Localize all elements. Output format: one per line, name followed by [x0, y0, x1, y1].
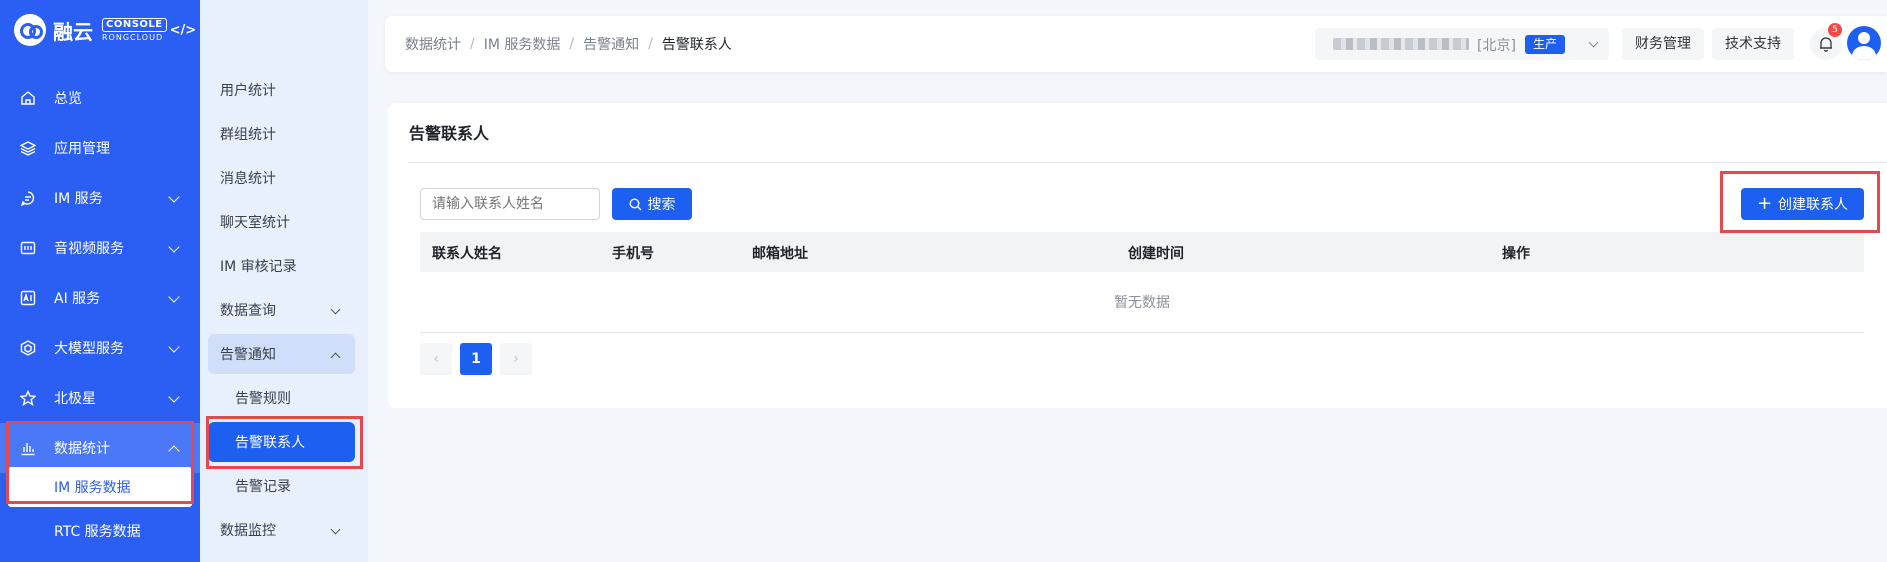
subnav-item-chatroom-stats[interactable]: 聊天室统计 [208, 202, 355, 242]
search-icon [628, 197, 641, 210]
chart-icon [21, 443, 35, 456]
pagination-prev-button[interactable]: ‹ [420, 343, 452, 375]
environment-badge: 生产 [1525, 35, 1566, 54]
subnav-item-group-stats[interactable]: 群组统计 [208, 114, 355, 154]
sidebar-item-av-service[interactable]: 音视频服务 [0, 223, 200, 273]
top-header: 数据统计 / IM 服务数据 / 告警通知 / 告警联系人 [北京] 生产 财务… [385, 16, 1887, 72]
chevron-down-icon [168, 341, 180, 353]
subnav-item-message-stats[interactable]: 消息统计 [208, 158, 355, 198]
table-empty-state: 暂无数据 [420, 272, 1864, 333]
sidebar-item-label: 音视频服务 [54, 241, 124, 257]
layers-icon [20, 141, 36, 156]
model-icon [20, 340, 36, 356]
chevron-down-icon [168, 241, 180, 253]
subnav-item-alert-records[interactable]: 告警记录 [208, 466, 355, 506]
brand-name: 融云 [53, 19, 93, 44]
sidebar-item-label: 北极星 [54, 391, 96, 407]
app-name-redacted [1333, 38, 1469, 50]
pagination-page-1[interactable]: 1 [460, 343, 492, 375]
column-header-created-time: 创建时间 [1128, 246, 1184, 262]
chevron-down-icon [168, 391, 180, 403]
sidebar-item-label: 应用管理 [54, 141, 110, 157]
column-header-name: 联系人姓名 [432, 246, 502, 262]
home-icon [21, 91, 35, 105]
breadcrumb-item[interactable]: 数据统计 [405, 34, 461, 54]
sidebar-item-im-service[interactable]: IM 服务 [0, 173, 200, 223]
breadcrumb-separator: / [569, 36, 575, 52]
breadcrumb: 数据统计 / IM 服务数据 / 告警通知 / 告警联系人 [405, 16, 732, 72]
main-sidebar: 融云 CONSOLE RONGCLOUD </> 总览 应用管理 IM 服务 音… [0, 0, 200, 562]
subnav-item-data-monitoring[interactable]: 数据监控 [208, 510, 355, 550]
subnav-item-user-stats[interactable]: 用户统计 [208, 70, 355, 110]
sidebar-item-label: IM 服务 [54, 191, 103, 207]
console-badge-bottom: RONGCLOUD [102, 33, 164, 42]
chevron-down-icon [1588, 37, 1599, 48]
sidebar-item-app-management[interactable]: 应用管理 [0, 123, 200, 173]
plus-icon: + [1756, 193, 1773, 214]
breadcrumb-item[interactable]: 告警通知 [583, 34, 639, 54]
video-icon [20, 241, 36, 255]
rongcloud-logo-icon [14, 14, 46, 46]
subnav-item-label: 告警通知 [220, 347, 276, 363]
breadcrumb-current: 告警联系人 [661, 37, 732, 53]
chat-icon [20, 191, 35, 206]
subnav-item-alert-contacts[interactable]: 告警联系人 [208, 422, 355, 462]
brand-logo[interactable]: 融云 CONSOLE RONGCLOUD </> [14, 14, 196, 46]
console-badge: CONSOLE RONGCLOUD [102, 18, 167, 42]
subnav-item-alert-rules[interactable]: 告警规则 [208, 378, 355, 418]
sidebar-item-llm-service[interactable]: 大模型服务 [0, 323, 200, 373]
search-button-label: 搜索 [647, 197, 676, 213]
create-contact-label: 创建联系人 [1778, 197, 1849, 213]
divider [408, 162, 1887, 163]
subnav-item-im-audit-log[interactable]: IM 审核记录 [208, 246, 355, 286]
star-icon [20, 390, 36, 406]
ai-icon [20, 290, 36, 306]
notification-count-badge: 5 [1828, 23, 1842, 37]
sidebar-item-label: 数据统计 [54, 441, 110, 457]
chevron-down-icon [330, 524, 341, 535]
sidebar-item-label: 大模型服务 [54, 341, 124, 357]
breadcrumb-separator: / [648, 36, 653, 52]
sidebar-item-polaris[interactable]: 北极星 [0, 373, 200, 423]
contact-name-search-input[interactable] [420, 188, 600, 220]
sidebar-subitem-im-service-data[interactable]: IM 服务数据 [8, 467, 192, 507]
create-contact-button[interactable]: + 创建联系人 [1741, 188, 1864, 220]
page-title: 告警联系人 [409, 124, 490, 143]
subnav-item-alert-notification[interactable]: 告警通知 [208, 334, 355, 374]
column-header-actions: 操作 [1502, 246, 1530, 262]
chevron-down-icon [168, 291, 180, 303]
chevron-down-icon [330, 304, 341, 315]
notification-button[interactable]: 5 [1810, 23, 1842, 60]
chevron-up-icon [168, 445, 180, 457]
sidebar-item-label: AI 服务 [54, 291, 101, 307]
breadcrumb-separator: / [470, 36, 475, 52]
subnav-item-label: 数据查询 [220, 303, 276, 319]
sidebar-item-data-statistics[interactable]: 数据统计 [0, 423, 200, 473]
bell-icon [1820, 37, 1832, 52]
tech-support-button[interactable]: 技术支持 [1712, 28, 1794, 60]
table-header: 联系人姓名 手机号 邮箱地址 创建时间 操作 [420, 232, 1864, 272]
app-region: [北京] [1477, 38, 1516, 54]
pagination-next-button[interactable]: › [500, 343, 532, 375]
column-header-email: 邮箱地址 [752, 246, 808, 262]
sidebar-item-ai-service[interactable]: AI 服务 [0, 273, 200, 323]
secondary-sidebar: 用户统计 群组统计 消息统计 聊天室统计 IM 审核记录 数据查询 告警通知 告… [200, 0, 368, 562]
search-button[interactable]: 搜索 [612, 188, 692, 220]
finance-management-button[interactable]: 财务管理 [1622, 28, 1704, 60]
subnav-item-data-query[interactable]: 数据查询 [208, 290, 355, 330]
sidebar-subitem-rtc-service-data[interactable]: RTC 服务数据 [8, 511, 192, 551]
subnav-item-label: 数据监控 [220, 523, 276, 539]
chevron-up-icon [330, 352, 341, 363]
breadcrumb-item[interactable]: IM 服务数据 [484, 34, 561, 54]
sidebar-item-overview[interactable]: 总览 [0, 73, 200, 123]
sidebar-item-label: 总览 [54, 91, 82, 107]
user-avatar[interactable] [1847, 26, 1881, 60]
console-badge-top: CONSOLE [102, 18, 167, 32]
code-icon: </> [169, 22, 197, 38]
column-header-phone: 手机号 [612, 246, 654, 262]
chevron-down-icon [168, 191, 180, 203]
alert-contacts-panel: 告警联系人 搜索 + 创建联系人 联系人姓名 手机号 邮箱地址 创建时间 操作 … [388, 103, 1887, 408]
app-selector[interactable]: [北京] 生产 [1315, 28, 1609, 60]
